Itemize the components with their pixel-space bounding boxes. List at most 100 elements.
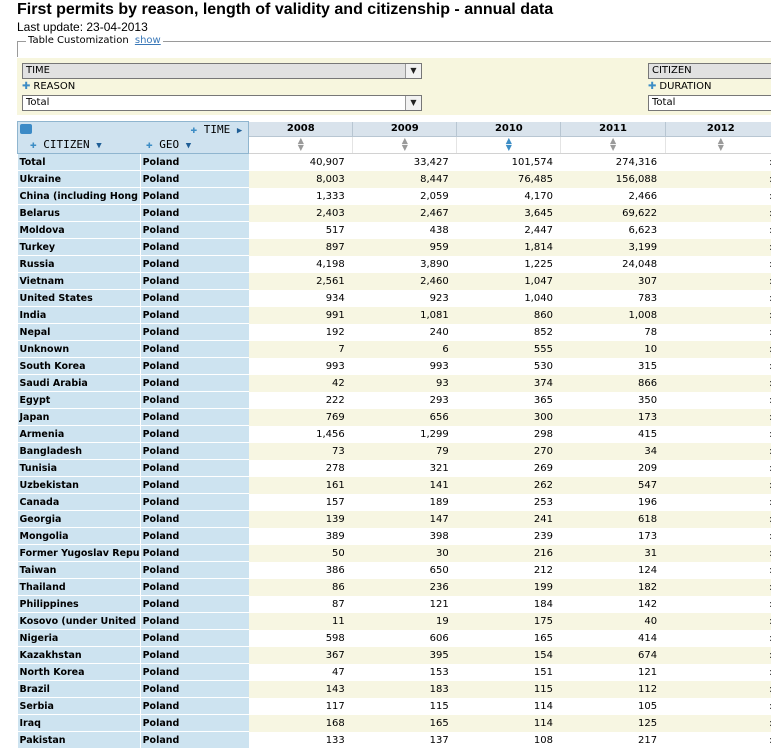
- value-cell: 278: [248, 459, 353, 477]
- table-row: China (including Hong Poland 1,333 2,059 4,1…: [17, 187, 771, 205]
- value-cell: 783: [560, 289, 666, 307]
- geo-cell: Poland: [139, 204, 249, 222]
- year-header[interactable]: 2012: [665, 121, 771, 137]
- value-cell: 8,447: [352, 170, 457, 188]
- citizen-dropdown[interactable]: CITIZEN: [648, 63, 771, 79]
- year-header[interactable]: 2011: [560, 121, 666, 137]
- table-row: North KoreaPoland47153151121:: [17, 663, 771, 681]
- value-cell: 189: [352, 493, 457, 511]
- value-cell: 19: [352, 612, 457, 630]
- value-cell: 11: [248, 612, 353, 630]
- geo-cell: Poland: [139, 153, 249, 171]
- table-row: IraqPoland168165114125:: [17, 714, 771, 732]
- geo-cell: Poland: [139, 680, 249, 698]
- sort-control[interactable]: ▲ ▼: [456, 136, 562, 154]
- value-cell: :: [665, 340, 771, 358]
- sort-icon[interactable]: ▲ ▼: [298, 137, 304, 152]
- duration-dropdown-value: Total: [652, 97, 676, 108]
- value-cell: 6: [352, 340, 457, 358]
- show-link[interactable]: show: [135, 35, 161, 46]
- value-cell: 2,059: [352, 187, 457, 205]
- sort-control[interactable]: ▲ ▼: [560, 136, 666, 154]
- year-header[interactable]: 2010: [456, 121, 562, 137]
- geo-cell: Poland: [139, 612, 249, 630]
- geo-cell: Poland: [139, 459, 249, 477]
- sort-control[interactable]: ▲ ▼: [352, 136, 458, 154]
- table-row: PhilippinesPoland87121184142:: [17, 595, 771, 613]
- value-cell: 1,040: [456, 289, 561, 307]
- value-cell: 656: [352, 408, 457, 426]
- sort-control[interactable]: ▲ ▼: [248, 136, 354, 154]
- time-axis-label[interactable]: ✚ TIME ▶: [191, 123, 243, 136]
- chevron-down-icon[interactable]: ▼: [405, 64, 421, 78]
- citizen-axis-label[interactable]: ✚ CITIZEN ▼: [30, 138, 102, 151]
- duration-dimension[interactable]: ✚ DURATION: [648, 81, 711, 93]
- sort-icon[interactable]: ▲ ▼: [610, 137, 616, 152]
- value-cell: 86: [248, 578, 353, 596]
- value-cell: 50: [248, 544, 353, 562]
- time-dropdown-label: TIME: [26, 65, 51, 76]
- value-cell: :: [665, 663, 771, 681]
- geo-cell: Poland: [139, 391, 249, 409]
- citizen-cell: Belarus: [17, 204, 141, 222]
- value-cell: 262: [456, 476, 561, 494]
- year-header[interactable]: 2008: [248, 121, 354, 137]
- grid-icon[interactable]: [20, 124, 32, 134]
- table-row: EgyptPoland222293365350:: [17, 391, 771, 409]
- value-cell: 3,199: [560, 238, 666, 256]
- table-row: IndiaPoland9911,0818601,008:: [17, 306, 771, 324]
- duration-dropdown[interactable]: Total: [648, 95, 771, 111]
- value-cell: :: [665, 153, 771, 171]
- value-cell: 374: [456, 374, 561, 392]
- chevron-down-icon[interactable]: ▼: [405, 96, 421, 110]
- value-cell: :: [665, 374, 771, 392]
- table-row: JapanPoland769656300173:: [17, 408, 771, 426]
- reason-dropdown-value: Total: [26, 97, 50, 108]
- table-row: BrazilPoland143183115112:: [17, 680, 771, 698]
- geo-cell: Poland: [139, 731, 249, 749]
- value-cell: 555: [456, 340, 561, 358]
- value-cell: 1,081: [352, 306, 457, 324]
- value-cell: 114: [456, 697, 561, 715]
- value-cell: 530: [456, 357, 561, 375]
- table-row: NepalPoland19224085278:: [17, 323, 771, 341]
- table-customization-box: Table Customization show: [17, 35, 771, 57]
- reason-dropdown[interactable]: Total ▼: [22, 95, 422, 111]
- sort-control[interactable]: ▲ ▼: [665, 136, 771, 154]
- value-cell: 165: [352, 714, 457, 732]
- reason-dimension[interactable]: ✚ REASON: [22, 81, 75, 93]
- sort-icon[interactable]: ▲ ▼: [506, 137, 512, 152]
- sort-icon[interactable]: ▲ ▼: [402, 137, 408, 152]
- geo-axis-label[interactable]: ✚ GEO ▼: [146, 138, 191, 151]
- value-cell: 105: [560, 697, 666, 715]
- citizen-cell: Bangladesh: [17, 442, 141, 460]
- table-row: NigeriaPoland598606165414:: [17, 629, 771, 647]
- value-cell: 2,561: [248, 272, 353, 290]
- value-cell: 350: [560, 391, 666, 409]
- value-cell: 3,890: [352, 255, 457, 273]
- value-cell: 184: [456, 595, 561, 613]
- table-row: UzbekistanPoland161141262547:: [17, 476, 771, 494]
- citizen-cell: Taiwan: [17, 561, 141, 579]
- duration-label: DURATION: [659, 81, 712, 92]
- citizen-cell: China (including Hong: [17, 187, 141, 205]
- citizen-cell: Tunisia: [17, 459, 141, 477]
- value-cell: 959: [352, 238, 457, 256]
- value-cell: 1,008: [560, 306, 666, 324]
- table-customization-legend: Table Customization show: [26, 35, 163, 47]
- value-cell: 161: [248, 476, 353, 494]
- citizen-cell: Former Yugoslav Repu: [17, 544, 141, 562]
- geo-cell: Poland: [139, 374, 249, 392]
- value-cell: 33,427: [352, 153, 457, 171]
- value-cell: :: [665, 459, 771, 477]
- value-cell: 240: [352, 323, 457, 341]
- value-cell: 8,003: [248, 170, 353, 188]
- value-cell: 1,047: [456, 272, 561, 290]
- year-header[interactable]: 2009: [352, 121, 458, 137]
- move-icon: ✚: [22, 81, 31, 92]
- geo-cell: Poland: [139, 289, 249, 307]
- geo-cell: Poland: [139, 629, 249, 647]
- time-dropdown[interactable]: TIME ▼: [22, 63, 422, 79]
- geo-cell: Poland: [139, 595, 249, 613]
- sort-icon[interactable]: ▲ ▼: [718, 137, 724, 152]
